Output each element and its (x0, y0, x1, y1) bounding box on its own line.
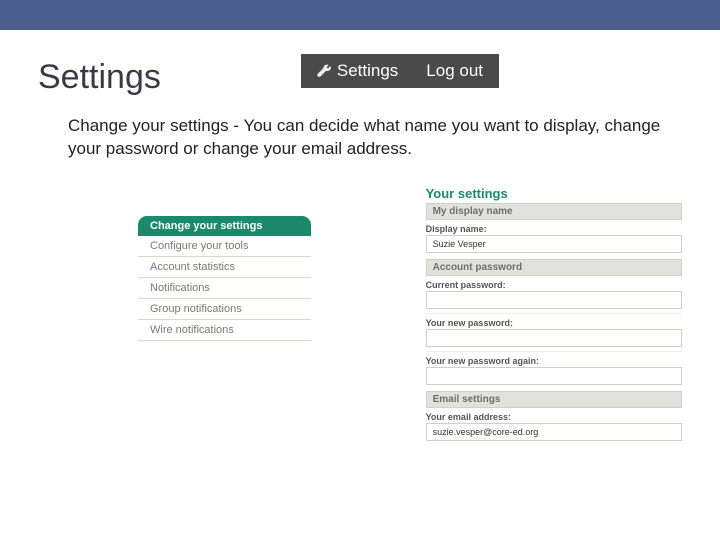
sidenav-item-notifications[interactable]: Notifications (138, 278, 311, 299)
page-title: Settings (38, 58, 161, 97)
sidenav-item-configure-tools[interactable]: Configure your tools (138, 236, 311, 257)
description-text: Change your settings - You can decide wh… (68, 115, 670, 161)
sidenav-item-change-settings[interactable]: Change your settings (138, 216, 311, 236)
settings-sidenav: Change your settings Configure your tool… (138, 216, 311, 447)
current-password-label: Current password: (426, 280, 682, 290)
sidenav-item-account-statistics[interactable]: Account statistics (138, 257, 311, 278)
account-darkbar: Settings Log out (301, 54, 499, 88)
divider (426, 313, 682, 314)
new-password-label: Your new password: (426, 318, 682, 328)
new-password-again-label: Your new password again: (426, 356, 682, 366)
password-subhead: Account password (426, 259, 682, 276)
sidenav-item-wire-notifications[interactable]: Wire notifications (138, 320, 311, 341)
email-input[interactable]: suzie.vesper@core-ed.org (426, 423, 682, 441)
panel-heading: Your settings (426, 186, 682, 201)
email-section: Email settings Your email address: suzie… (426, 391, 682, 441)
top-color-band (0, 0, 720, 30)
sidenav-item-group-notifications[interactable]: Group notifications (138, 299, 311, 320)
settings-link-label: Settings (337, 61, 398, 81)
display-name-input[interactable]: Suzie Vesper (426, 235, 682, 253)
new-password-input[interactable] (426, 329, 682, 347)
display-name-section: My display name Display name: Suzie Vesp… (426, 203, 682, 253)
divider (426, 351, 682, 352)
logout-link[interactable]: Log out (426, 61, 483, 81)
new-password-again-input[interactable] (426, 367, 682, 385)
settings-panel: Your settings My display name Display na… (426, 186, 682, 447)
current-password-input[interactable] (426, 291, 682, 309)
display-name-subhead: My display name (426, 203, 682, 220)
settings-link[interactable]: Settings (317, 61, 398, 81)
wrench-icon (317, 64, 332, 79)
email-subhead: Email settings (426, 391, 682, 408)
email-label: Your email address: (426, 412, 682, 422)
display-name-label: Display name: (426, 224, 682, 234)
password-section: Account password Current password: Your … (426, 259, 682, 385)
